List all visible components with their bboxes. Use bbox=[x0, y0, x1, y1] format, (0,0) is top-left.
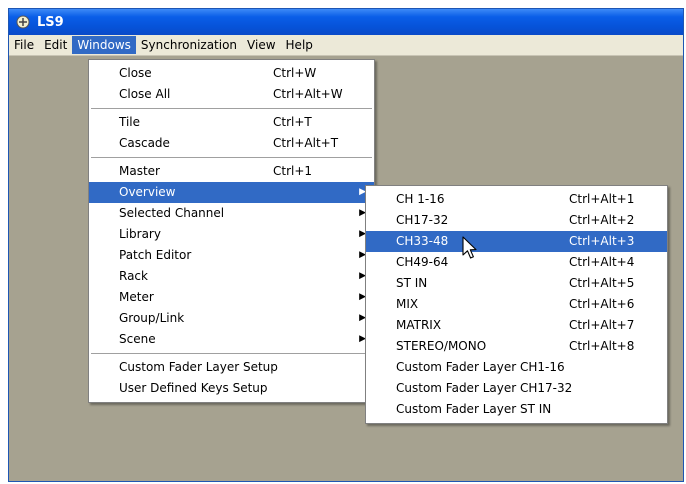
menu-item-label: STEREO/MONO bbox=[396, 339, 487, 353]
menu-item-label: MIX bbox=[396, 297, 419, 311]
menu-item-label: Patch Editor bbox=[119, 248, 192, 262]
windows-menu-item-user-defined-keys-setup[interactable]: User Defined Keys Setup bbox=[89, 378, 374, 399]
windows-menu-item-patch-editor[interactable]: Patch Editor ▶ bbox=[89, 245, 374, 266]
menu-windows[interactable]: Windows bbox=[72, 36, 136, 54]
menu-item-label: Scene bbox=[119, 332, 156, 346]
menu-item-label: Master bbox=[119, 164, 160, 178]
windows-menu-item-cascade[interactable]: Cascade Ctrl+Alt+T bbox=[89, 133, 374, 154]
overview-item-ch-1-16[interactable]: CH 1-16 Ctrl+Alt+1 bbox=[366, 189, 667, 210]
overview-item-st-in[interactable]: ST IN Ctrl+Alt+5 bbox=[366, 273, 667, 294]
menu-item-shortcut: Ctrl+Alt+2 bbox=[569, 213, 635, 227]
menu-item-shortcut: Ctrl+W bbox=[273, 66, 317, 80]
menu-item-label: Overview bbox=[119, 185, 176, 199]
menu-edit[interactable]: Edit bbox=[39, 36, 72, 54]
overview-item-matrix[interactable]: MATRIX Ctrl+Alt+7 bbox=[366, 315, 667, 336]
menu-item-label: ST IN bbox=[396, 276, 428, 290]
overview-item-custom-fader-layer-ch1-16[interactable]: Custom Fader Layer CH1-16 bbox=[366, 357, 667, 378]
menu-item-shortcut: Ctrl+Alt+6 bbox=[569, 297, 635, 311]
overview-item-stereo-mono[interactable]: STEREO/MONO Ctrl+Alt+8 bbox=[366, 336, 667, 357]
window-title: LS9 bbox=[37, 14, 64, 30]
menu-item-label: Close bbox=[119, 66, 152, 80]
overview-submenu: CH 1-16 Ctrl+Alt+1 CH17-32 Ctrl+Alt+2 CH33-4… bbox=[365, 185, 668, 424]
menu-item-label: User Defined Keys Setup bbox=[119, 381, 268, 395]
menu-item-label: Custom Fader Layer Setup bbox=[119, 360, 278, 374]
menu-item-shortcut: Ctrl+Alt+7 bbox=[569, 318, 635, 332]
windows-menu-item-overview[interactable]: Overview ▶ bbox=[89, 182, 374, 203]
title-bar[interactable]: LS9 bbox=[9, 9, 683, 35]
menu-item-label: MATRIX bbox=[396, 318, 442, 332]
menu-separator bbox=[91, 108, 372, 109]
windows-menu-item-close-all[interactable]: Close All Ctrl+Alt+W bbox=[89, 84, 374, 105]
menu-separator bbox=[91, 157, 372, 158]
menu-item-shortcut: Ctrl+Alt+8 bbox=[569, 339, 635, 353]
overview-item-mix[interactable]: MIX Ctrl+Alt+6 bbox=[366, 294, 667, 315]
menu-item-label: Group/Link bbox=[119, 311, 185, 325]
mouse-pointer-icon bbox=[462, 236, 477, 259]
menu-file[interactable]: File bbox=[9, 36, 39, 54]
windows-menu-item-scene[interactable]: Scene ▶ bbox=[89, 329, 374, 350]
overview-item-custom-fader-layer-ch17-32[interactable]: Custom Fader Layer CH17-32 bbox=[366, 378, 667, 399]
menu-item-label: Custom Fader Layer ST IN bbox=[396, 402, 552, 416]
windows-menu-item-close[interactable]: Close Ctrl+W bbox=[89, 63, 374, 84]
menu-item-shortcut: Ctrl+Alt+5 bbox=[569, 276, 635, 290]
windows-menu-item-rack[interactable]: Rack ▶ bbox=[89, 266, 374, 287]
menu-item-shortcut: Ctrl+Alt+4 bbox=[569, 255, 635, 269]
menu-item-label: CH49-64 bbox=[396, 255, 449, 269]
menu-item-label: Tile bbox=[119, 115, 141, 129]
windows-menu-item-meter[interactable]: Meter ▶ bbox=[89, 287, 374, 308]
menu-item-label: Close All bbox=[119, 87, 171, 101]
menu-item-shortcut: Ctrl+Alt+1 bbox=[569, 192, 635, 206]
menu-item-label: Library bbox=[119, 227, 161, 241]
overview-item-ch17-32[interactable]: CH17-32 Ctrl+Alt+2 bbox=[366, 210, 667, 231]
ls9-app-icon bbox=[16, 15, 30, 29]
menu-item-shortcut: Ctrl+Alt+W bbox=[273, 87, 343, 101]
windows-menu-item-group-link[interactable]: Group/Link ▶ bbox=[89, 308, 374, 329]
menu-item-label: CH17-32 bbox=[396, 213, 449, 227]
menu-item-label: Meter bbox=[119, 290, 154, 304]
menu-item-shortcut: Ctrl+Alt+T bbox=[273, 136, 339, 150]
windows-menu-item-selected-channel[interactable]: Selected Channel ▶ bbox=[89, 203, 374, 224]
windows-menu-item-custom-fader-layer-setup[interactable]: Custom Fader Layer Setup bbox=[89, 357, 374, 378]
menu-bar: File Edit Windows Synchronization View Help bbox=[9, 35, 683, 56]
menu-item-shortcut: Ctrl+Alt+3 bbox=[569, 234, 635, 248]
menu-item-label: Cascade bbox=[119, 136, 170, 150]
windows-menu-item-tile[interactable]: Tile Ctrl+T bbox=[89, 112, 374, 133]
menu-item-label: Custom Fader Layer CH1-16 bbox=[396, 360, 565, 374]
windows-menu-item-master[interactable]: Master Ctrl+1 bbox=[89, 161, 374, 182]
overview-item-ch49-64[interactable]: CH49-64 Ctrl+Alt+4 bbox=[366, 252, 667, 273]
menu-item-shortcut: Ctrl+1 bbox=[273, 164, 313, 178]
menu-item-label: CH 1-16 bbox=[396, 192, 445, 206]
menu-help[interactable]: Help bbox=[281, 36, 318, 54]
overview-item-custom-fader-layer-st-in[interactable]: Custom Fader Layer ST IN bbox=[366, 399, 667, 420]
menu-view[interactable]: View bbox=[242, 36, 280, 54]
menu-separator bbox=[91, 353, 372, 354]
menu-synchronization[interactable]: Synchronization bbox=[136, 36, 242, 54]
windows-menu: Close Ctrl+W Close All Ctrl+Alt+W Tile Ctrl+T… bbox=[88, 59, 375, 403]
menu-item-label: Rack bbox=[119, 269, 148, 283]
overview-item-ch33-48[interactable]: CH33-48 Ctrl+Alt+3 bbox=[366, 231, 667, 252]
windows-menu-item-library[interactable]: Library ▶ bbox=[89, 224, 374, 245]
menu-item-label: Custom Fader Layer CH17-32 bbox=[396, 381, 573, 395]
menu-item-label: Selected Channel bbox=[119, 206, 225, 220]
menu-item-shortcut: Ctrl+T bbox=[273, 115, 312, 129]
menu-item-label: CH33-48 bbox=[396, 234, 449, 248]
